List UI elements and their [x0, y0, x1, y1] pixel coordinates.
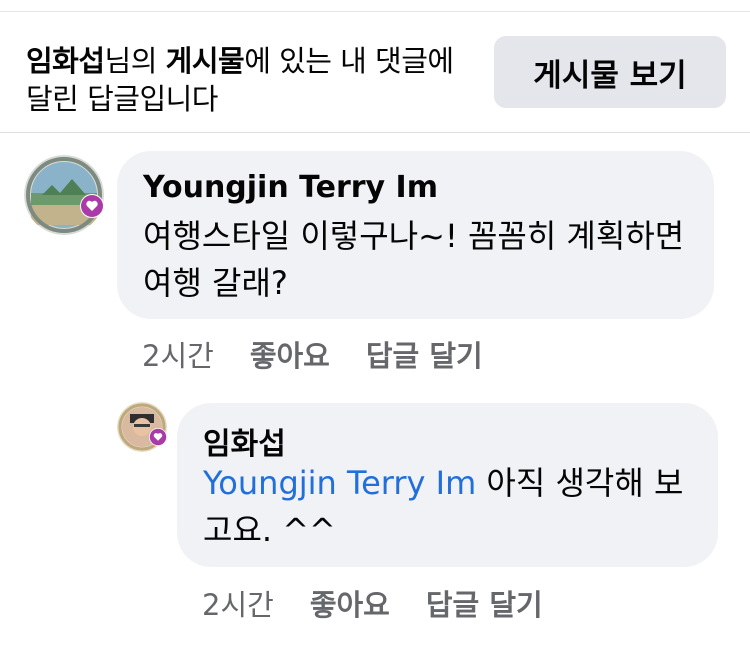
- reply-text: Youngjin Terry Im 아직 생각해 보고요. ^^: [203, 460, 703, 554]
- header-text-1: 님의: [104, 44, 166, 78]
- reply-reply-button[interactable]: 답글 달기: [426, 582, 543, 624]
- reply-avatar-badge: [149, 428, 167, 446]
- header-message: 임화섭님의 게시물에 있는 내 댓글에 달린 답글입니다: [26, 42, 466, 118]
- reply-bubble: 임화섭 Youngjin Terry Im 아직 생각해 보고요. ^^: [177, 403, 718, 567]
- comment-text: 여행스타일 이렇구나~! 꼼꼼히 계획하면 여행 갈래?: [143, 217, 685, 302]
- comment-author[interactable]: Youngjin Terry Im: [143, 170, 438, 205]
- reply-time[interactable]: 2시간: [202, 582, 274, 624]
- header-post-word: 게시물: [165, 44, 245, 78]
- comment-bubble: Youngjin Terry Im 여행스타일 이렇구나~! 꼼꼼히 계획하면 …: [117, 151, 714, 319]
- reply-mention-link[interactable]: Youngjin Terry Im: [203, 464, 476, 502]
- reply-author[interactable]: 임화섭: [203, 419, 286, 463]
- comment-time[interactable]: 2시간: [142, 333, 214, 375]
- reply-like-button[interactable]: 좋아요: [310, 582, 390, 624]
- header-author[interactable]: 임화섭: [26, 44, 105, 78]
- comment-actions: 2시간 좋아요 답글 달기: [142, 333, 483, 375]
- comment-like-button[interactable]: 좋아요: [250, 333, 330, 375]
- reply-actions: 2시간 좋아요 답글 달기: [202, 582, 543, 624]
- view-post-button[interactable]: 게시물 보기: [494, 36, 726, 108]
- header-divider: [0, 132, 750, 133]
- comment-avatar-badge: [80, 194, 104, 218]
- heart-badge-icon: [81, 195, 103, 217]
- notification-header: 임화섭님의 게시물에 있는 내 댓글에 달린 답글입니다 게시물 보기: [0, 12, 750, 132]
- heart-badge-icon: [149, 428, 167, 446]
- comment-reply-button[interactable]: 답글 달기: [366, 333, 483, 375]
